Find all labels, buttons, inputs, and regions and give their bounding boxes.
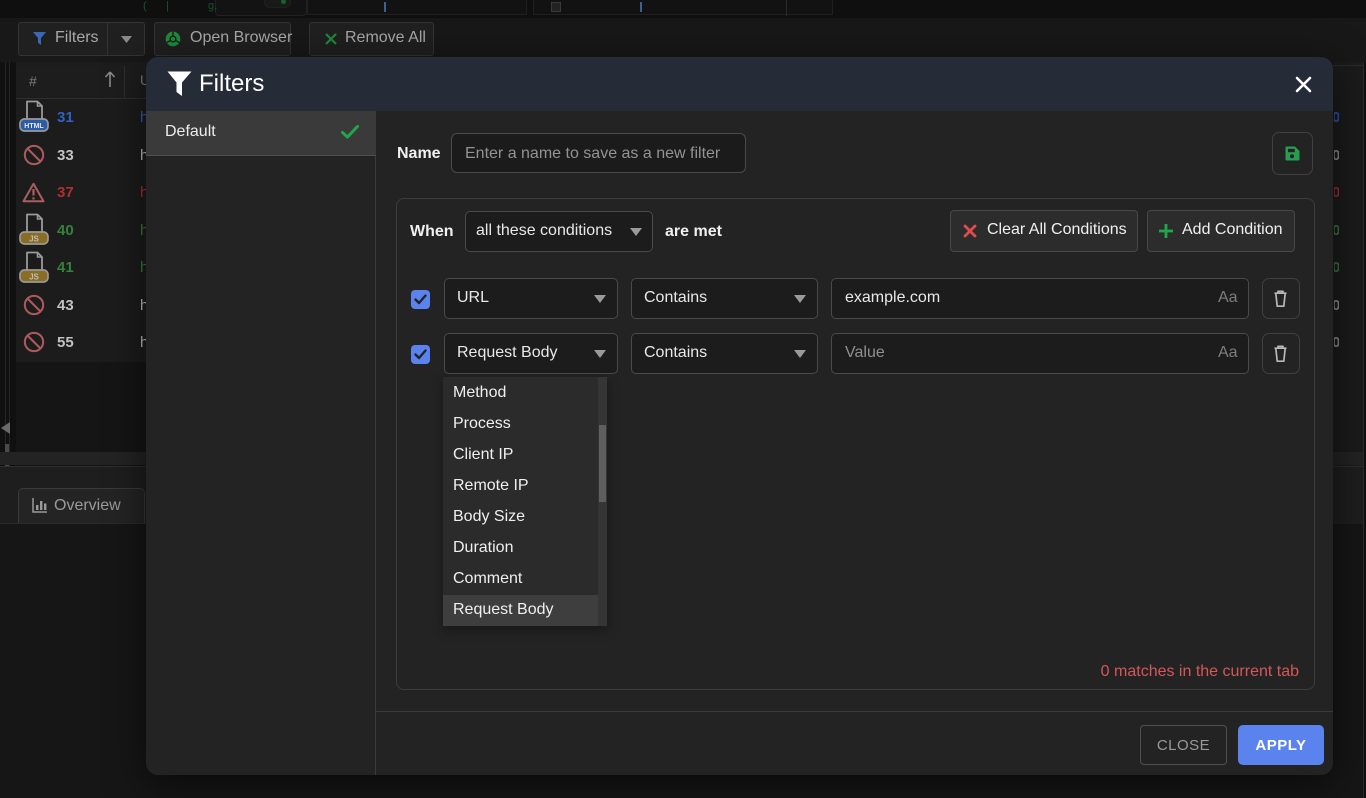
svg-text:HTML: HTML (24, 123, 44, 130)
svg-text:JS: JS (29, 235, 39, 244)
svg-text:JS: JS (29, 273, 39, 282)
